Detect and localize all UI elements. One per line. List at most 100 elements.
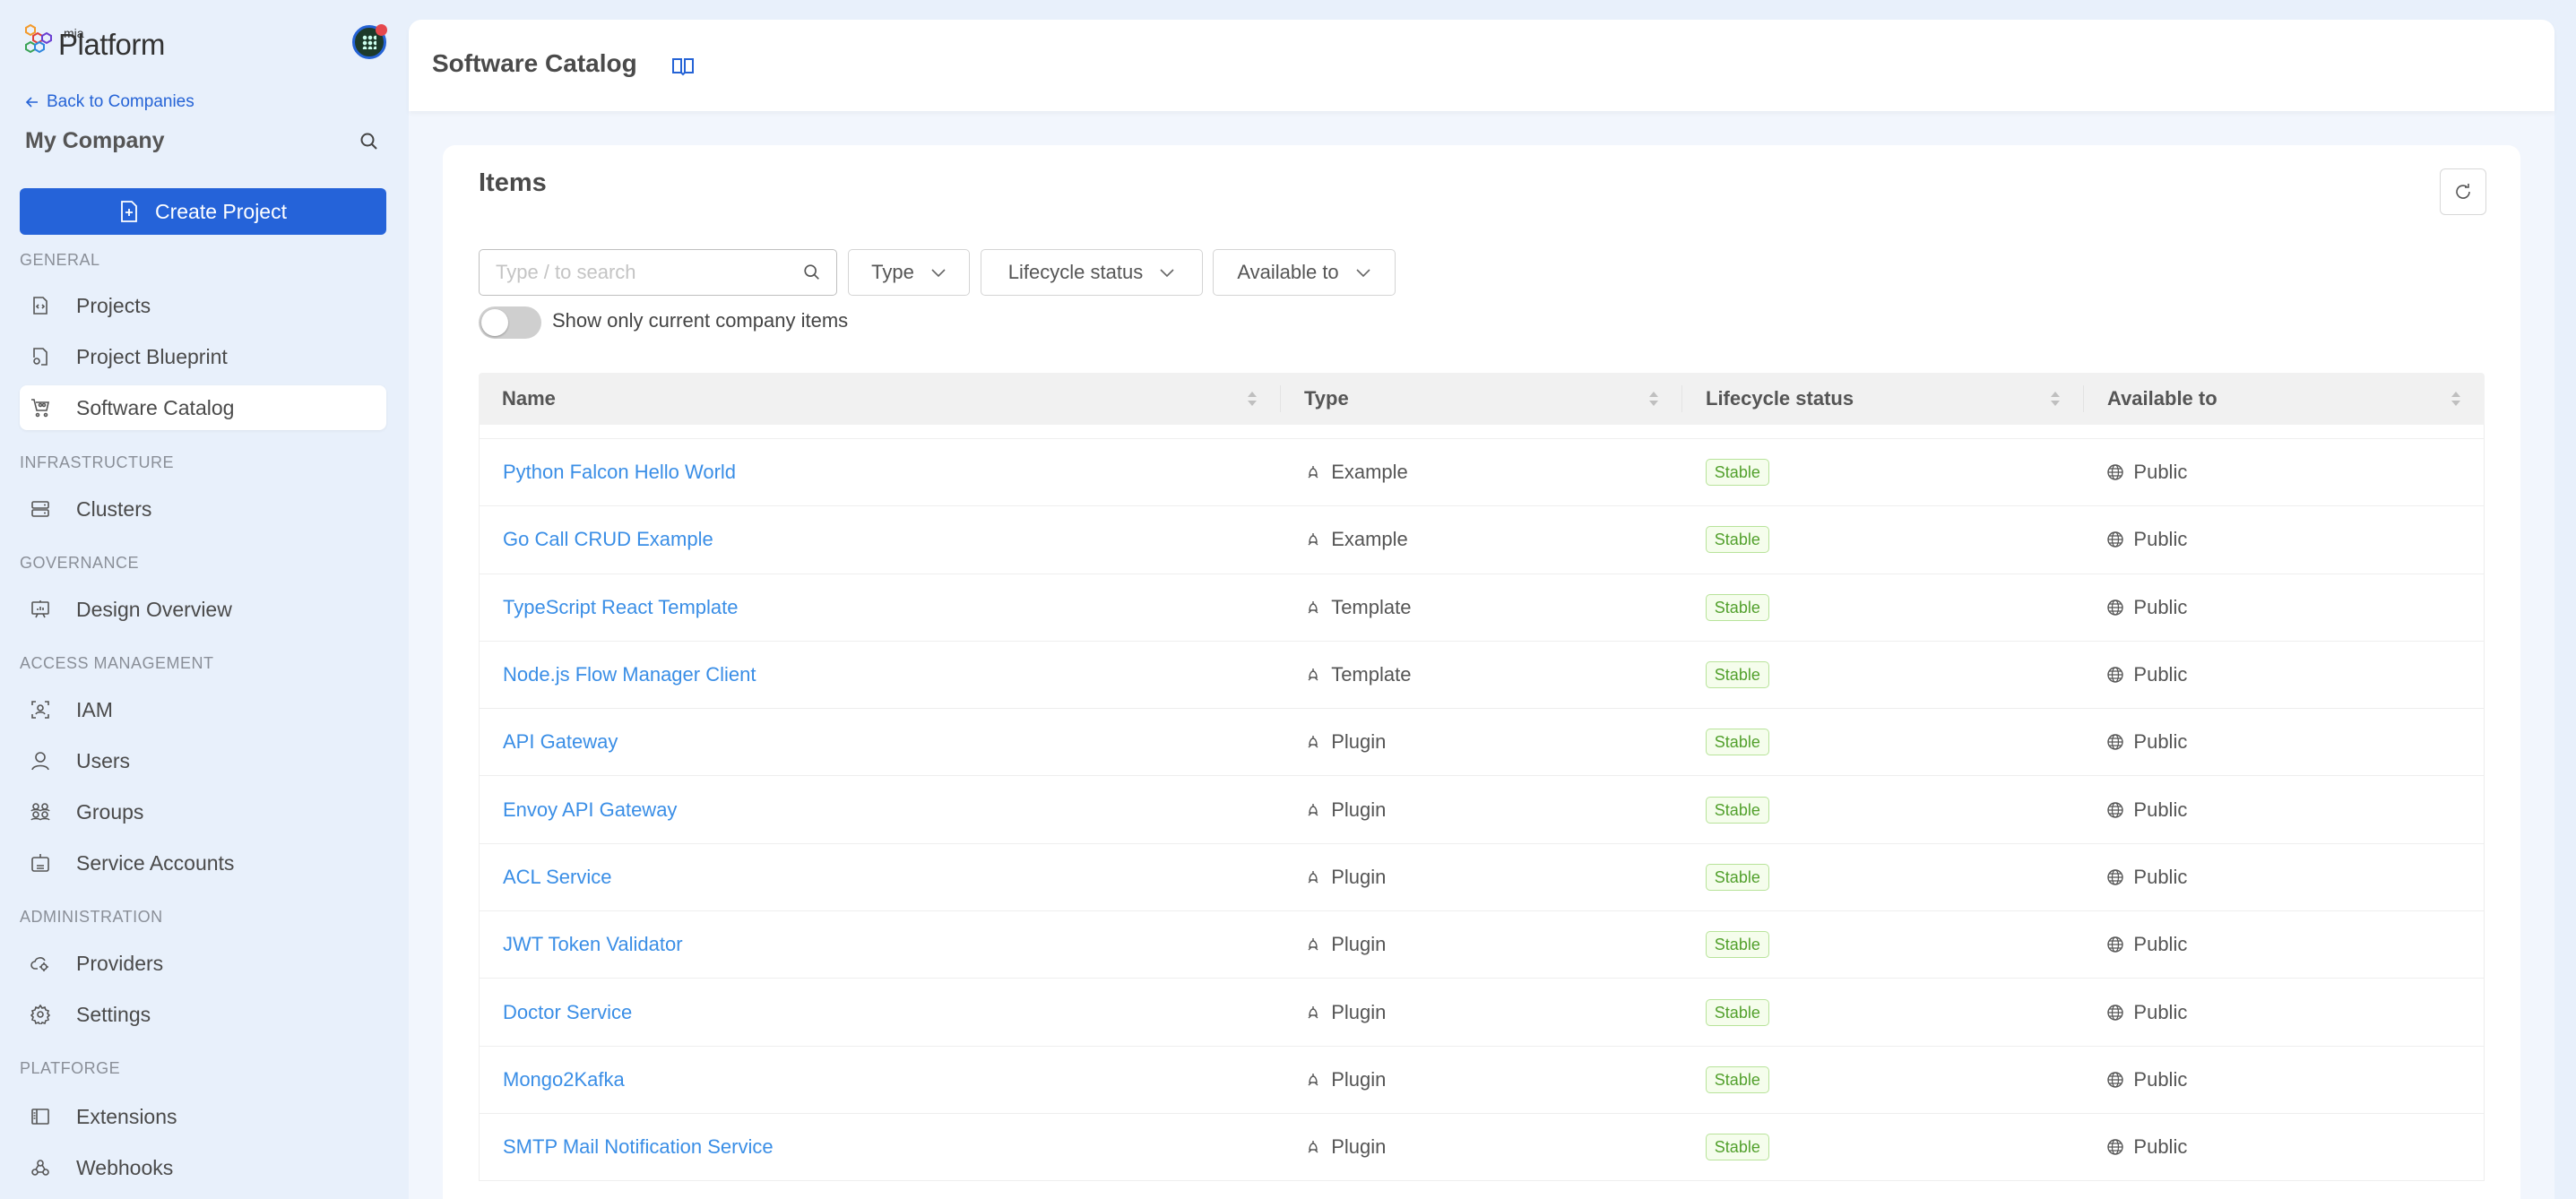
globe-icon (2107, 1139, 2124, 1155)
search-input[interactable] (496, 261, 802, 284)
item-name-link[interactable]: Python Falcon Hello World (503, 461, 736, 484)
type-filter-dropdown[interactable]: Type (848, 249, 970, 296)
item-type: Plugin (1331, 798, 1387, 821)
column-header-name[interactable]: Name (479, 373, 1281, 425)
sidebar-item-providers[interactable]: Providers (20, 941, 386, 986)
column-header-type[interactable]: Type (1281, 373, 1682, 425)
page-title: Software Catalog (432, 49, 637, 77)
sidebar-item-label: Projects (76, 293, 151, 317)
lifecycle-status-badge: Stable (1705, 661, 1769, 689)
sidebar-item-users[interactable]: Users (20, 738, 386, 783)
item-name-link[interactable]: Doctor Service (503, 1001, 632, 1024)
sort-icon[interactable] (1648, 390, 1659, 408)
item-name-link[interactable]: ACL Service (503, 866, 611, 889)
table-row[interactable]: TypeScript React Template Template Stabl… (479, 574, 2485, 642)
search-box[interactable] (479, 249, 837, 296)
item-name-link[interactable]: API Gateway (503, 730, 618, 754)
column-header-lifecycle-status[interactable]: Lifecycle status (1682, 373, 2084, 425)
table-row[interactable]: Node.js Flow Manager Client Template Sta… (479, 641, 2485, 710)
mia-platform-logo[interactable]: mia Platform (24, 23, 165, 59)
sidebar-item-groups[interactable]: Groups (20, 789, 386, 834)
search-icon[interactable] (359, 131, 380, 152)
lifecycle-status-badge: Stable (1705, 931, 1769, 959)
item-name-link[interactable]: Envoy API Gateway (503, 798, 677, 822)
back-to-companies-link[interactable]: Back to Companies (25, 92, 194, 112)
sort-icon[interactable] (1247, 390, 1258, 408)
sidebar-item-software-catalog[interactable]: Software Catalog (20, 385, 386, 430)
table-spacer (479, 425, 2485, 439)
create-project-button[interactable]: Create Project (20, 188, 386, 235)
section-infrastructure: INFRASTRUCTURE (20, 453, 174, 471)
sidebar-item-settings[interactable]: Settings (20, 992, 386, 1037)
globe-icon (2107, 1004, 2124, 1021)
item-availability: Public (2133, 1135, 2188, 1159)
chevron-down-icon (1356, 269, 1370, 278)
sort-icon[interactable] (2050, 390, 2061, 408)
sidebar-item-projects[interactable]: Projects (20, 283, 386, 328)
sidebar-item-label: Project Blueprint (76, 344, 228, 368)
sidebar-item-iam[interactable]: IAM (20, 687, 386, 732)
column-header-available-to[interactable]: Available to (2084, 373, 2485, 425)
table-row[interactable]: ACL Service Plugin Stable Public (479, 843, 2485, 912)
table-row[interactable]: Mongo2Kafka Plugin Stable Public (479, 1046, 2485, 1114)
plugin-type-icon (1308, 870, 1318, 884)
item-type: Example (1331, 528, 1408, 551)
sidebar-item-design-overview[interactable]: Design Overview (20, 587, 386, 632)
presentation-icon (30, 600, 50, 619)
table-row[interactable]: Python Falcon Hello World Example Stable… (479, 439, 2485, 507)
item-availability: Public (2133, 1000, 2188, 1023)
section-administration: ADMINISTRATION (20, 908, 163, 926)
server-icon (30, 499, 50, 519)
item-name-link[interactable]: JWT Token Validator (503, 933, 683, 956)
table-row[interactable]: Envoy API Gateway Plugin Stable Public (479, 776, 2485, 844)
current-company-toggle[interactable] (479, 306, 541, 339)
sidebar-layout-icon (30, 1107, 50, 1126)
globe-icon (2107, 801, 2124, 818)
plugin-type-icon (1308, 533, 1318, 546)
plugin-type-icon (1308, 1005, 1318, 1019)
sidebar-item-clusters[interactable]: Clusters (20, 487, 386, 531)
sidebar-item-label: Clusters (76, 496, 152, 521)
table-row[interactable]: JWT Token Validator Plugin Stable Public (479, 911, 2485, 979)
table-row[interactable]: API Gateway Plugin Stable Public (479, 709, 2485, 777)
item-type: Template (1331, 663, 1412, 686)
item-name-link[interactable]: Go Call CRUD Example (503, 528, 713, 551)
lifecycle-status-filter-dropdown[interactable]: Lifecycle status (981, 249, 1203, 296)
table-row[interactable]: SMTP Mail Notification Service Plugin St… (479, 1113, 2485, 1182)
sidebar-item-service-accounts[interactable]: Service Accounts (20, 841, 386, 885)
refresh-button[interactable] (2440, 168, 2486, 215)
gear-icon (30, 1005, 50, 1024)
documentation-book-icon[interactable] (670, 54, 696, 79)
page-header: Software Catalog (409, 20, 2554, 111)
globe-icon (2107, 1072, 2124, 1088)
sidebar-item-project-blueprint[interactable]: Project Blueprint (20, 334, 386, 379)
table-row[interactable]: Go Call CRUD Example Example Stable Publ… (479, 506, 2485, 574)
item-name-link[interactable]: Mongo2Kafka (503, 1068, 625, 1091)
cloud-gear-icon (30, 953, 50, 973)
item-type: Plugin (1331, 933, 1387, 956)
item-availability: Public (2133, 730, 2188, 754)
sidebar-item-label: Design Overview (76, 597, 232, 621)
item-name-link[interactable]: TypeScript React Template (503, 596, 739, 619)
sidebar-item-label: Groups (76, 799, 144, 824)
arrow-left-icon (25, 97, 38, 108)
sidebar-item-webhooks[interactable]: Webhooks (20, 1145, 386, 1190)
item-availability: Public (2133, 663, 2188, 686)
sort-icon[interactable] (2451, 390, 2461, 408)
column-header-label: Type (1304, 387, 1349, 410)
item-name-link[interactable]: SMTP Mail Notification Service (503, 1135, 774, 1159)
robot-icon (30, 853, 50, 873)
sidebar-item-extensions[interactable]: Extensions (20, 1094, 386, 1139)
item-name-link[interactable]: Node.js Flow Manager Client (503, 663, 756, 686)
search-icon[interactable] (802, 263, 822, 282)
globe-icon (2107, 531, 2124, 548)
plugin-type-icon (1308, 736, 1318, 748)
plugin-type-icon (1308, 466, 1318, 479)
lifecycle-status-badge: Stable (1705, 1065, 1769, 1093)
section-governance: GOVERNANCE (20, 554, 140, 572)
group-icon (30, 802, 50, 822)
user-avatar[interactable] (352, 24, 387, 59)
section-access-management: ACCESS MANAGEMENT (20, 654, 214, 672)
available-to-filter-dropdown[interactable]: Available to (1213, 249, 1396, 296)
table-row[interactable]: Doctor Service Plugin Stable Public (479, 979, 2485, 1047)
